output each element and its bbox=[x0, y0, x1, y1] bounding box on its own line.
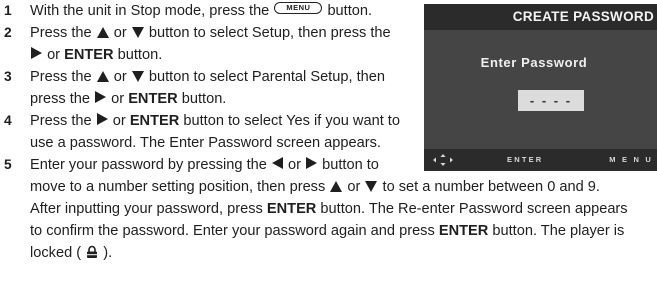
step-5-line-1: 5 Enter your password by pressing the or … bbox=[0, 154, 379, 176]
step-text: Enter your password by pressing the bbox=[30, 157, 267, 173]
step-text: ). bbox=[103, 245, 113, 261]
step-text: press the bbox=[30, 91, 91, 107]
enter-keyword: ENTER bbox=[266, 201, 317, 217]
right-triangle-icon bbox=[95, 91, 107, 103]
step-5-line-3: After inputting your password, press ENT… bbox=[0, 198, 628, 220]
step-3-line-2: press the or ENTER button. bbox=[0, 88, 226, 110]
step-text: use a password. The Enter Password scree… bbox=[30, 135, 381, 151]
step-text: After inputting your password, press bbox=[30, 201, 263, 217]
right-triangle-icon bbox=[306, 157, 318, 169]
enter-keyword: ENTER bbox=[129, 113, 180, 129]
step-text: button. bbox=[181, 91, 227, 107]
step-text: to confirm the password. Enter your pass… bbox=[30, 223, 435, 239]
step-text: With the unit in Stop mode, press the bbox=[30, 3, 270, 19]
step-3-line-1: 3 Press the or button to select Parental … bbox=[0, 66, 385, 88]
step-text: button. The Re-enter Password screen app… bbox=[320, 201, 628, 217]
step-2-line-1: 2 Press the or button to select Setup, th… bbox=[0, 22, 391, 44]
right-triangle-icon bbox=[31, 47, 42, 59]
step-text: Press the bbox=[30, 25, 92, 41]
menu-button-icon: MENU bbox=[274, 2, 323, 14]
step-4-line-1: 4 Press the or ENTER button to select Yes… bbox=[0, 110, 400, 132]
footer-menu-label: M E N U bbox=[609, 155, 653, 164]
password-field[interactable]: - - - - bbox=[518, 90, 584, 111]
step-text: button to bbox=[322, 157, 379, 173]
step-4-line-2: use a password. The Enter Password scree… bbox=[0, 132, 381, 154]
up-triangle-icon bbox=[96, 27, 109, 38]
step-text: or bbox=[113, 69, 127, 85]
lock-icon bbox=[87, 245, 98, 258]
step-text: Press the bbox=[30, 69, 92, 85]
step-5-line-4: to confirm the password. Enter your pass… bbox=[0, 220, 624, 242]
step-text: button to select Parental Setup, then bbox=[148, 69, 385, 85]
step-number: 4 bbox=[4, 113, 12, 128]
step-1-line: 1 With the unit in Stop mode, press the M… bbox=[0, 0, 372, 22]
step-text: or bbox=[288, 157, 301, 173]
step-number: 5 bbox=[4, 157, 12, 172]
step-text: to set a number between 0 and 9. bbox=[382, 179, 600, 195]
enter-keyword: ENTER bbox=[438, 223, 489, 239]
step-text: or bbox=[111, 91, 125, 107]
step-text: or bbox=[112, 113, 126, 129]
step-text: button to select Setup, then press the bbox=[148, 25, 391, 41]
step-text: or bbox=[347, 179, 361, 195]
enter-keyword: ENTER bbox=[64, 47, 114, 63]
step-text: or bbox=[113, 25, 127, 41]
arrow-pad-icon bbox=[433, 154, 453, 166]
up-triangle-icon bbox=[96, 71, 109, 82]
screen-title: CREATE PASSWORD bbox=[424, 4, 657, 30]
step-number: 2 bbox=[4, 25, 12, 40]
step-text: button. bbox=[117, 47, 163, 63]
right-triangle-icon bbox=[96, 113, 108, 125]
down-triangle-icon bbox=[131, 71, 144, 82]
enter-password-prompt: Enter Password bbox=[480, 55, 588, 70]
step-text: button to select Yes if you want to bbox=[183, 113, 400, 129]
step-5-line-5: locked ( ). bbox=[0, 242, 112, 264]
step-text: locked ( bbox=[30, 245, 82, 261]
step-text: button. bbox=[327, 3, 373, 19]
step-2-line-2: or ENTER button. bbox=[0, 44, 162, 66]
step-5-line-2: move to a number setting position, then … bbox=[0, 176, 600, 198]
down-triangle-icon bbox=[131, 27, 144, 38]
footer-enter-label: ENTER bbox=[507, 155, 544, 164]
down-triangle-icon bbox=[365, 181, 378, 192]
step-text: or bbox=[47, 47, 61, 63]
screen-footer: ENTER M E N U bbox=[424, 149, 657, 171]
step-number: 1 bbox=[4, 3, 12, 18]
step-text: Press the bbox=[30, 113, 92, 129]
up-triangle-icon bbox=[330, 181, 343, 192]
step-text: button. The player is bbox=[492, 223, 625, 239]
create-password-screen: CREATE PASSWORD Enter Password - - - - E… bbox=[424, 4, 657, 171]
step-number: 3 bbox=[4, 69, 12, 84]
enter-keyword: ENTER bbox=[128, 91, 178, 107]
left-triangle-icon bbox=[271, 157, 283, 169]
step-text: move to a number setting position, then … bbox=[30, 179, 326, 195]
